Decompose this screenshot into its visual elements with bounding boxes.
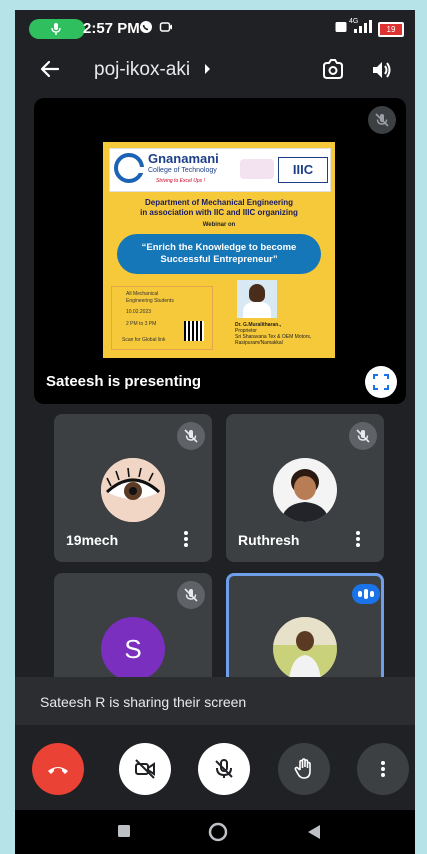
chevron-right-icon[interactable] [204, 63, 212, 75]
meeting-top-bar: poj-ikox-aki [15, 48, 415, 92]
muted-badge [177, 422, 205, 450]
more-vert-icon[interactable] [183, 530, 189, 548]
mic-toggle-button[interactable] [198, 743, 250, 795]
muted-badge [349, 422, 377, 450]
presentation-tile[interactable]: Gnanamani College of Technology Striving… [34, 98, 406, 404]
whatsapp-icon [140, 21, 152, 33]
participant-tile[interactable]: 19mech [54, 414, 212, 562]
college-tagline: Striving to Excel Ups ! [156, 178, 205, 184]
college-name: Gnanamani [148, 151, 219, 166]
recents-square-icon[interactable] [117, 824, 131, 838]
more-options-button[interactable] [357, 743, 409, 795]
mic-off-icon [375, 113, 389, 127]
status-bar: 2:57 PM 4G 19 [15, 10, 415, 46]
avatar [273, 458, 337, 522]
battery-icon: 19 [378, 22, 404, 37]
share-banner-text: Sateesh R is sharing their screen [40, 694, 247, 710]
college-logo-icon [114, 153, 144, 183]
video-off-icon [135, 759, 155, 779]
eye-picture-icon [101, 458, 165, 522]
mic-off-icon [356, 429, 370, 443]
camera-toggle-button[interactable] [119, 743, 171, 795]
college-sub: College of Technology [148, 167, 217, 174]
mic-off-icon [184, 429, 198, 443]
signal-icon [354, 20, 372, 33]
meeting-code[interactable]: poj-ikox-aki [94, 59, 190, 81]
slide-event-info: All Mechanical Engineering Students 10.0… [111, 286, 213, 350]
presenting-label: Sateesh is presenting [46, 373, 202, 390]
ongoing-call-indicator[interactable] [29, 19, 85, 39]
fullscreen-button[interactable] [365, 366, 397, 398]
hang-up-icon [48, 767, 68, 774]
slide-webinar-label: Webinar on [202, 222, 236, 228]
screen-record-icon [159, 22, 172, 32]
home-circle-icon[interactable] [208, 822, 228, 842]
hd-icon [335, 22, 347, 32]
partner-logo-icon [240, 159, 274, 179]
end-call-button[interactable] [32, 743, 84, 795]
avatar [273, 617, 337, 681]
fullscreen-icon [373, 374, 389, 390]
avatar-letter: S [101, 617, 165, 681]
clock: 2:57 PM [83, 20, 140, 37]
hand-icon [294, 758, 311, 779]
raise-hand-button[interactable] [278, 743, 330, 795]
back-triangle-icon[interactable] [307, 824, 321, 840]
mic-icon [51, 23, 61, 35]
participant-name: Ruthresh [238, 532, 300, 548]
avatar [101, 458, 165, 522]
participant-tile[interactable]: Ruthresh [226, 414, 384, 562]
person-photo-icon [273, 458, 337, 522]
presentation-muted-badge [368, 106, 396, 134]
more-vert-icon[interactable] [355, 530, 361, 548]
phone-screen: 2:57 PM 4G 19 poj-ikox-aki Gnanamani Col… [15, 10, 415, 854]
speaker-volume-icon[interactable] [370, 58, 394, 82]
iiic-logo: IIIC [278, 157, 328, 183]
speaker-photo [237, 280, 277, 318]
person-photo-icon [273, 617, 337, 681]
screen-share-banner: Sateesh R is sharing their screen [15, 677, 415, 725]
slide-department: Department of Mechanical Engineering in … [140, 198, 298, 217]
speaker-details: Dr. G.Muralitharan., Proprietor Sri Shar… [235, 322, 312, 346]
speaking-indicator-icon [352, 584, 380, 604]
more-vert-icon [381, 761, 385, 777]
system-nav-bar [15, 810, 415, 854]
switch-camera-icon[interactable] [320, 58, 346, 82]
back-arrow-icon[interactable] [39, 58, 61, 80]
slide-topic: “Enrich the Knowledge to become Successf… [117, 234, 321, 274]
qr-code-icon [184, 321, 204, 341]
shared-slide: Gnanamani College of Technology Striving… [103, 142, 335, 358]
slide-header: Gnanamani College of Technology Striving… [109, 148, 331, 192]
muted-badge [177, 581, 205, 609]
mic-off-icon [184, 588, 198, 602]
participant-name: 19mech [66, 532, 119, 548]
mic-off-icon [215, 759, 233, 778]
